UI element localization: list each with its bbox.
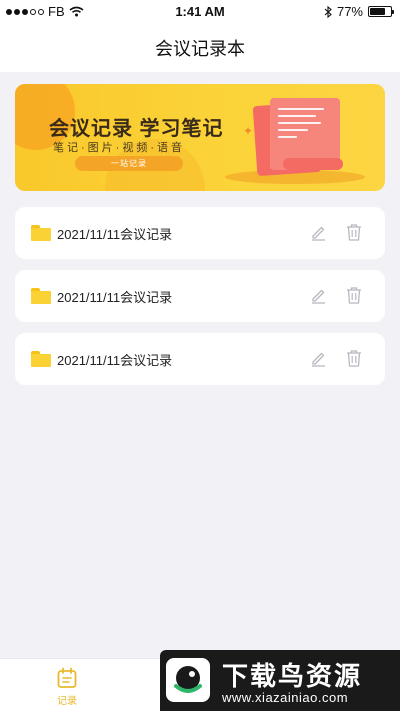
- tab-records[interactable]: 记录: [42, 667, 92, 707]
- trash-icon[interactable]: [345, 349, 363, 367]
- watermark-logo: 下载鸟资源 www.xiazainiao.com: [160, 650, 400, 711]
- page-title: 会议记录本: [155, 39, 245, 59]
- pencil-icon[interactable]: [309, 286, 327, 304]
- watermark-url: www.xiazainiao.com: [222, 690, 349, 705]
- record-item[interactable]: 2021/11/11会议记录: [15, 270, 385, 322]
- folder-icon: [31, 288, 51, 304]
- record-actions: [309, 223, 363, 241]
- record-item[interactable]: 2021/11/11会议记录: [15, 333, 385, 385]
- status-bar: FB 1:41 AM 77%: [0, 0, 400, 24]
- folder-icon: [31, 225, 51, 241]
- watermark-title: 下载鸟资源: [222, 661, 363, 691]
- banner-title: 会议记录 学习笔记: [49, 118, 224, 140]
- bird-logo-icon: [166, 658, 210, 702]
- banner-subtitle: 笔记·图片·视频·语音: [53, 142, 185, 154]
- calendar-icon: [57, 667, 77, 688]
- nav-bar: 会议记录本: [0, 24, 400, 72]
- record-item[interactable]: 2021/11/11会议记录: [15, 207, 385, 259]
- record-title: 2021/11/11会议记录: [57, 289, 173, 305]
- record-title: 2021/11/11会议记录: [57, 226, 173, 242]
- pencil-icon[interactable]: [309, 223, 327, 241]
- record-list: 2021/11/11会议记录 2021/11/11会议记录 2021/11/11…: [15, 207, 385, 396]
- trash-icon[interactable]: [345, 286, 363, 304]
- app-screen: FB 1:41 AM 77% 会议记录本 会议记录 学习笔记 笔记·图片·视频·…: [0, 0, 400, 711]
- battery-icon: [368, 6, 394, 17]
- folder-icon: [31, 351, 51, 367]
- battery-percent: 77%: [336, 4, 363, 19]
- trash-icon[interactable]: [345, 223, 363, 241]
- record-actions: [309, 286, 363, 304]
- bluetooth-icon: [324, 5, 332, 18]
- pencil-icon[interactable]: [309, 349, 327, 367]
- promo-banner[interactable]: 会议记录 学习笔记 笔记·图片·视频·语音 一站记录 ✦: [15, 84, 385, 191]
- record-actions: [309, 349, 363, 367]
- banner-pill: 一站记录: [75, 156, 183, 171]
- status-right: 77%: [324, 4, 394, 19]
- tab-records-label: 记录: [57, 696, 77, 707]
- sparkle-icon: ✦: [243, 124, 254, 138]
- document-illustration-fold: [283, 158, 343, 170]
- record-title: 2021/11/11会议记录: [57, 352, 173, 368]
